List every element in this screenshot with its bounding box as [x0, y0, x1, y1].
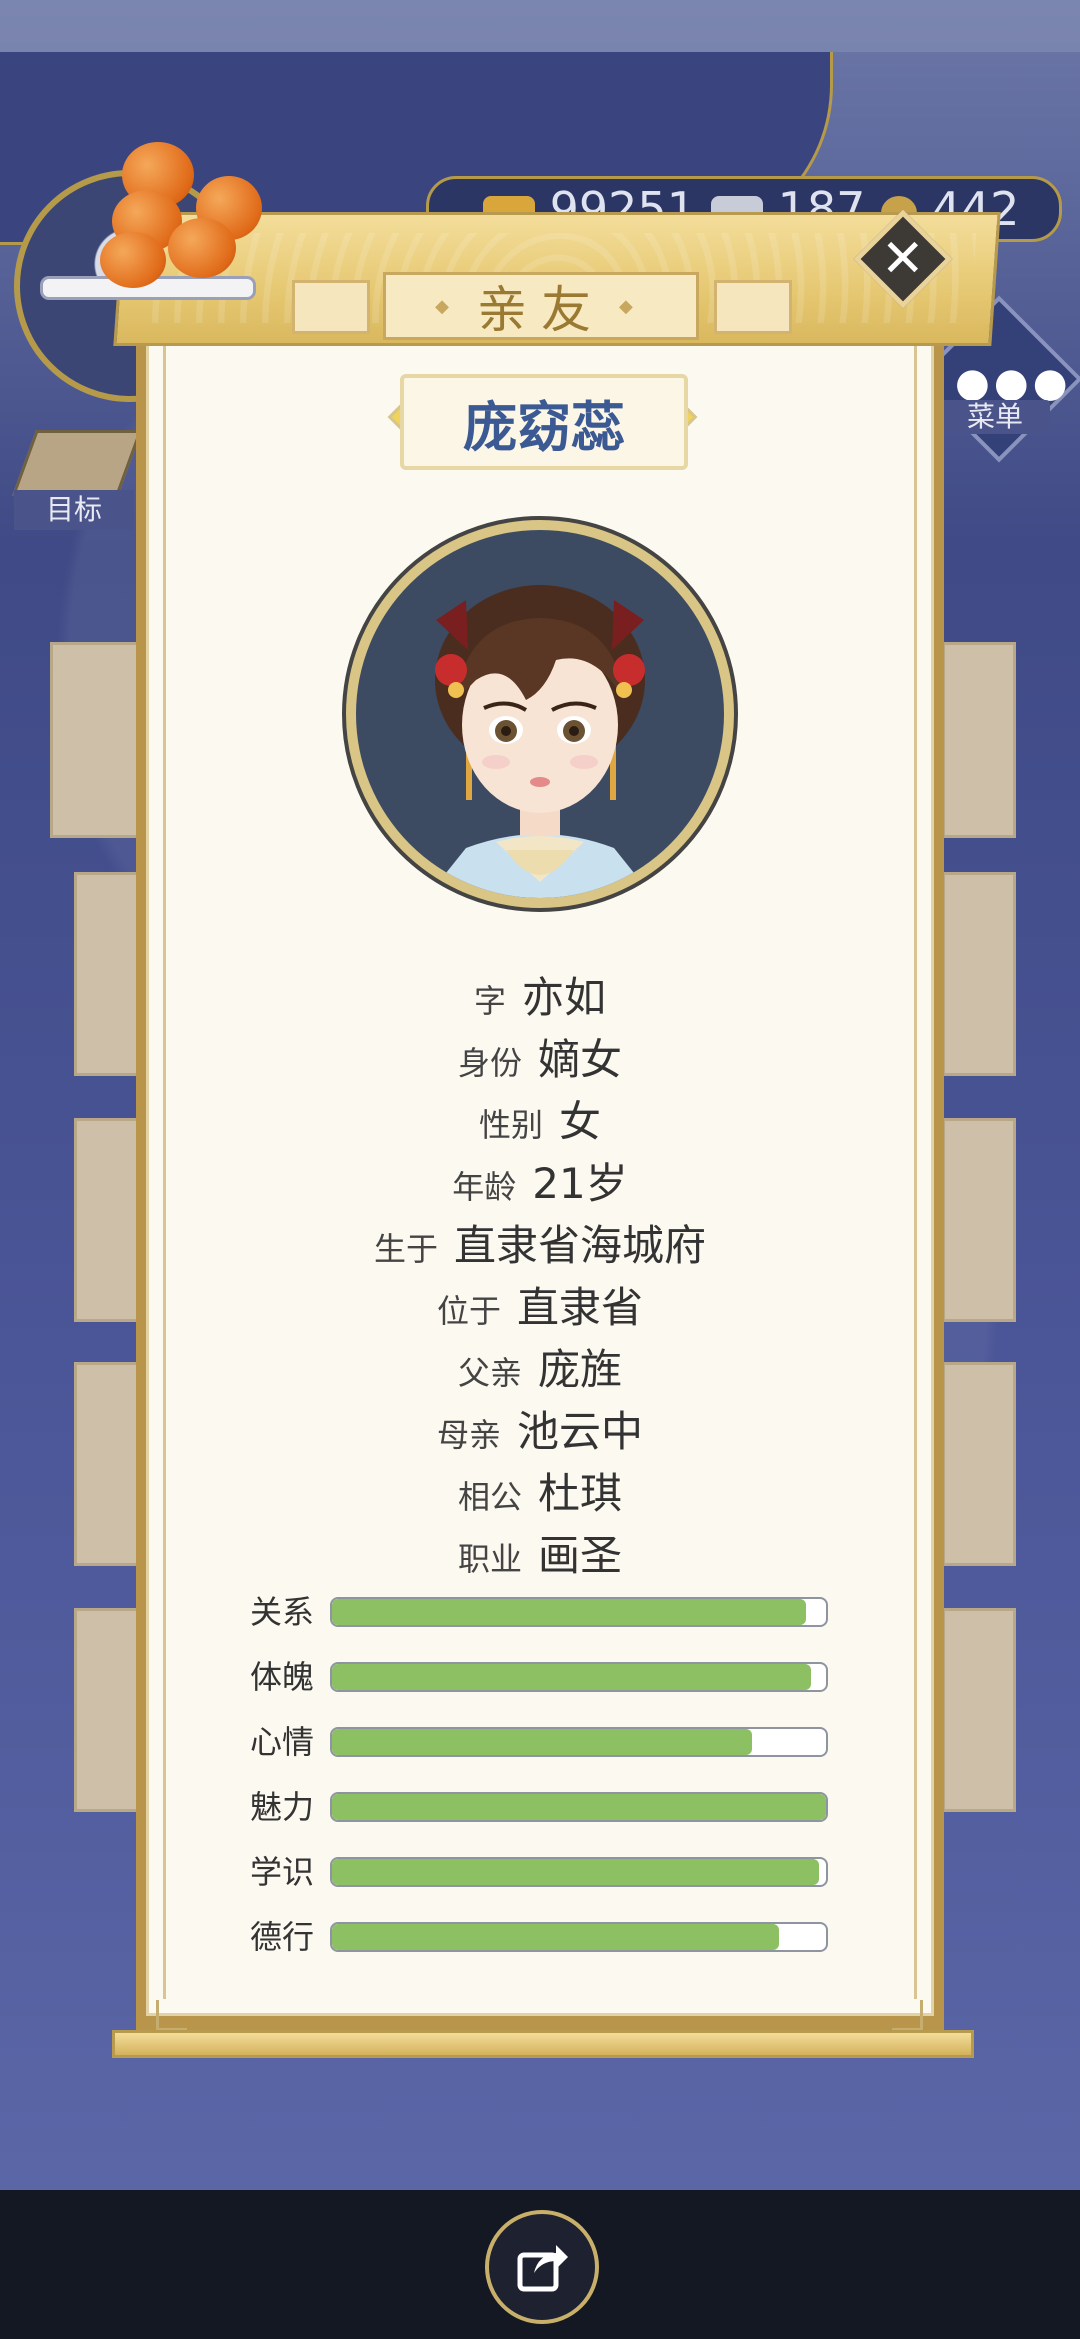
info-value: 21岁 [532, 1159, 628, 1208]
list-card[interactable] [50, 642, 146, 838]
title-ornament-icon: ◆ [435, 295, 463, 317]
stat-bar-mood [330, 1727, 828, 1757]
status-strip [0, 0, 1080, 52]
stat-bar-knowledge [330, 1857, 828, 1887]
info-label: 生于 [373, 1230, 438, 1268]
info-row-age: 年龄 21岁 [0, 1156, 1080, 1215]
stat-bar-charm [330, 1792, 828, 1822]
share-button[interactable] [485, 2210, 599, 2324]
scroll-bottom-rod [112, 2030, 974, 2058]
stat-label-mood: 心情 [250, 1723, 315, 1761]
stat-fill [332, 1599, 807, 1625]
stat-fill [332, 1794, 826, 1820]
info-row-father: 父亲 庞旌 [0, 1342, 1080, 1401]
info-label: 身份 [457, 1044, 522, 1082]
info-row-husband: 相公 杜琪 [0, 1466, 1080, 1525]
info-row-mother: 母亲 池云中 [0, 1404, 1080, 1463]
title-ornament-icon: ◆ [619, 295, 647, 317]
stat-label-relationship: 关系 [250, 1593, 315, 1631]
portrait-image [356, 530, 724, 898]
character-portrait [342, 516, 738, 912]
info-label: 相公 [457, 1478, 522, 1516]
info-value: 亦如 [522, 973, 607, 1022]
info-value: 画圣 [538, 1531, 623, 1580]
dialog-title: 亲友 [477, 281, 605, 339]
dialog-title-plaque: ◆ 亲友 ◆ [383, 272, 699, 340]
girl-portrait-icon [426, 585, 654, 898]
info-row-courtesy-name: 字亦如 [0, 970, 1080, 1029]
info-row-location: 位于 直隶省 [0, 1280, 1080, 1339]
info-value: 杜琪 [538, 1469, 623, 1518]
info-row-birthplace: 生于 直隶省海城府 [0, 1218, 1080, 1277]
stat-label-virtue: 德行 [250, 1918, 315, 1956]
info-value: 直隶省海城府 [454, 1221, 707, 1270]
info-label: 年龄 [452, 1168, 517, 1206]
info-row-occupation: 职业 画圣 [0, 1528, 1080, 1587]
info-row-gender: 性别女 [0, 1094, 1080, 1153]
info-label: 性别 [478, 1106, 543, 1144]
info-label: 位于 [436, 1292, 501, 1330]
stat-fill [332, 1859, 819, 1885]
menu-label[interactable]: 菜单 [940, 400, 1050, 434]
character-name: 庞窈蕊 [400, 374, 688, 470]
stat-label-knowledge: 学识 [250, 1853, 315, 1891]
info-value: 嫡女 [538, 1035, 623, 1084]
goal-label[interactable]: 目标 [14, 490, 134, 530]
info-label: 父亲 [457, 1354, 522, 1392]
info-value: 直隶省 [517, 1283, 644, 1332]
close-icon: ✕ [881, 228, 925, 289]
list-card[interactable] [942, 1608, 1016, 1812]
stat-label-charm: 魅力 [250, 1788, 315, 1826]
stat-bar-virtue [330, 1922, 828, 1952]
header-ornament [292, 280, 370, 334]
stat-fill [332, 1924, 780, 1950]
fruit-decoration [100, 232, 166, 288]
fruit-decoration [168, 218, 236, 278]
info-label: 字 [473, 982, 506, 1020]
stat-fill [332, 1729, 752, 1755]
info-label: 职业 [457, 1540, 522, 1578]
stat-bar-relationship [330, 1597, 828, 1627]
info-row-status: 身份 嫡女 [0, 1032, 1080, 1091]
stat-bar-physique [330, 1662, 828, 1692]
stat-fill [332, 1664, 812, 1690]
share-icon [517, 2245, 568, 2292]
info-value: 女 [559, 1097, 602, 1146]
info-label: 母亲 [436, 1416, 501, 1454]
info-value: 庞旌 [538, 1345, 623, 1394]
header-ornament [714, 280, 792, 334]
list-card[interactable] [942, 642, 1016, 838]
panel-corner [156, 2000, 187, 2031]
info-value: 池云中 [517, 1407, 644, 1456]
panel-corner [892, 2000, 923, 2031]
stat-label-physique: 体魄 [250, 1658, 315, 1696]
